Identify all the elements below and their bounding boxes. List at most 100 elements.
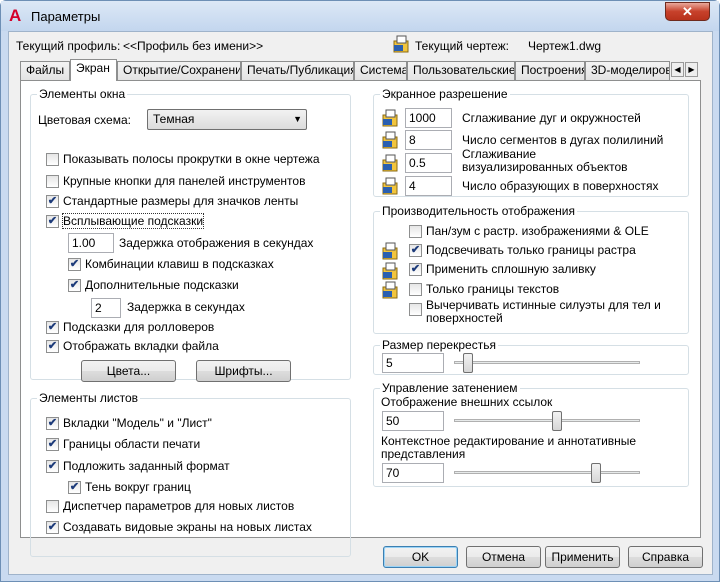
scrollbars-label: Показывать полосы прокрутки в окне черте… <box>63 152 320 166</box>
polyline-segments-label: Число сегментов в дугах полилиний <box>462 133 664 147</box>
viewports-label: Создавать видовые экраны на новых листах <box>63 520 312 534</box>
apply-button[interactable]: Применить <box>545 546 620 568</box>
close-button[interactable]: ✕ <box>665 2 710 21</box>
drawing-setting-icon <box>382 281 398 299</box>
crosshair-size-input[interactable]: 5 <box>382 353 444 373</box>
tooltips-label: Всплывающие подсказки <box>61 213 205 229</box>
viewports-checkbox[interactable]: ✔ <box>46 521 59 534</box>
tab-display[interactable]: Экран <box>70 59 117 81</box>
paper-background-checkbox[interactable]: ✔ <box>46 460 59 473</box>
arc-smoothness-label: Сглаживание дуг и окружностей <box>462 111 641 125</box>
group-title: Элементы окна <box>37 87 128 101</box>
paper-shadow-label: Тень вокруг границ <box>85 480 191 494</box>
tooltip-delay-label: Задержка отображения в секундах <box>119 236 314 250</box>
color-scheme-value: Темная <box>153 112 195 126</box>
text-frame-label: Только границы текстов <box>426 282 560 296</box>
xref-fade-slider-thumb[interactable] <box>551 411 562 431</box>
true-silhouettes-checkbox[interactable] <box>409 303 422 316</box>
display-tab-panel: Элементы окна Цветовая схема: Темная ▼ П… <box>20 80 701 557</box>
pan-zoom-raster-label: Пан/зум с растр. изображениями & OLE <box>426 224 649 238</box>
inplace-edit-fade-label: Контекстное редактирование и аннотативны… <box>381 434 637 461</box>
crosshair-slider-thumb[interactable] <box>462 353 473 373</box>
ribbon-icons-checkbox[interactable]: ✔ <box>46 195 59 208</box>
help-button[interactable]: Справка <box>628 546 703 568</box>
display-resolution-group: Экранное разрешение 1000 Сглаживание дуг… <box>373 87 689 197</box>
profile-label: Текущий профиль: <box>16 39 121 53</box>
drawing-setting-icon <box>382 154 398 172</box>
fade-control-group: Управление затенением Отображение внешни… <box>373 381 689 487</box>
group-title: Производительность отображения <box>380 204 578 218</box>
model-layout-tabs-checkbox[interactable]: ✔ <box>46 417 59 430</box>
tab-user-preferences[interactable]: Пользовательские <box>407 61 515 80</box>
xref-fade-slider-track[interactable] <box>454 419 640 422</box>
rendered-smoothness-input[interactable]: 0.5 <box>405 153 452 173</box>
fonts-button[interactable]: Шрифты... <box>196 360 291 382</box>
ok-button[interactable]: OK <box>383 546 458 568</box>
drawing-icon <box>393 35 409 53</box>
ribbon-icons-label: Стандартные размеры для значков ленты <box>63 194 299 208</box>
polyline-segments-input[interactable]: 8 <box>405 130 452 150</box>
surface-contour-label: Число образующих в поверхностях <box>462 179 659 193</box>
tab-3d-modeling[interactable]: 3D-моделирова <box>585 61 670 80</box>
drawing-setting-icon <box>382 242 398 260</box>
extended-tooltips-label: Дополнительные подсказки <box>85 278 239 292</box>
autocad-logo-icon: A <box>9 6 22 25</box>
raster-frame-label: Подсвечивать только границы растра <box>426 243 636 257</box>
text-frame-checkbox[interactable] <box>409 283 422 296</box>
arc-smoothness-input[interactable]: 1000 <box>405 108 452 128</box>
page-setup-checkbox[interactable] <box>46 500 59 513</box>
profile-value: <<Профиль без имени>> <box>123 39 264 53</box>
group-title: Элементы листов <box>37 391 141 405</box>
crosshair-slider-track[interactable] <box>454 361 640 364</box>
rendered-smoothness-label: Сглаживание визуализированных объектов <box>462 147 628 174</box>
scrollbars-checkbox[interactable] <box>46 153 59 166</box>
inplace-edit-fade-slider-track[interactable] <box>454 471 640 474</box>
raster-frame-checkbox[interactable]: ✔ <box>409 244 422 257</box>
extended-delay-input[interactable]: 2 <box>91 298 121 318</box>
large-buttons-label: Крупные кнопки для панелей инструментов <box>63 174 306 188</box>
page-setup-label: Диспетчер параметров для новых листов <box>63 499 295 513</box>
extended-tooltips-checkbox[interactable]: ✔ <box>68 279 81 292</box>
xref-fade-input[interactable]: 50 <box>382 411 444 431</box>
tab-open-save[interactable]: Открытие/Сохранение <box>117 61 241 80</box>
large-buttons-checkbox[interactable] <box>46 175 59 188</box>
color-scheme-select[interactable]: Темная ▼ <box>147 109 307 130</box>
colors-button[interactable]: Цвета... <box>81 360 176 382</box>
chevron-down-icon: ▼ <box>293 114 302 124</box>
model-layout-tabs-label: Вкладки "Модель" и "Лист" <box>63 416 212 430</box>
tab-scroll-right-icon[interactable]: ▶ <box>685 62 698 77</box>
solid-fill-checkbox[interactable]: ✔ <box>409 263 422 276</box>
shortcut-keys-label: Комбинации клавиш в подсказках <box>85 257 274 271</box>
tab-drafting[interactable]: Построения <box>515 61 585 80</box>
window-title: Параметры <box>31 9 101 24</box>
rollover-tooltips-label: Подсказки для ролловеров <box>63 320 215 334</box>
display-performance-group: Производительность отображения Пан/зум с… <box>373 204 689 334</box>
shortcut-keys-checkbox[interactable]: ✔ <box>68 258 81 271</box>
print-area-checkbox[interactable]: ✔ <box>46 438 59 451</box>
cancel-button[interactable]: Отмена <box>466 546 541 568</box>
pan-zoom-raster-checkbox[interactable] <box>409 225 422 238</box>
paper-shadow-checkbox[interactable]: ✔ <box>68 481 81 494</box>
surface-contour-input[interactable]: 4 <box>405 176 452 196</box>
extended-delay-label: Задержка в секундах <box>127 300 245 314</box>
tab-scroll-left-icon[interactable]: ◀ <box>671 62 684 77</box>
layout-elements-group: Элементы листов ✔ Вкладки "Модель" и "Ли… <box>30 391 351 557</box>
window-elements-group: Элементы окна Цветовая схема: Темная ▼ П… <box>30 87 351 382</box>
tooltips-checkbox[interactable]: ✔ <box>46 215 59 228</box>
group-title: Управление затенением <box>380 381 520 395</box>
tab-files[interactable]: Файлы <box>20 61 70 80</box>
tab-plot-publish[interactable]: Печать/Публикация <box>241 61 354 80</box>
file-tabs-label: Отображать вкладки файла <box>63 339 219 353</box>
inplace-edit-fade-input[interactable]: 70 <box>382 463 444 483</box>
inplace-edit-fade-slider-thumb[interactable] <box>590 463 601 483</box>
drawing-setting-icon <box>382 109 398 127</box>
dialog-body: Текущий профиль: <<Профиль без имени>> Т… <box>8 31 713 575</box>
paper-background-label: Подложить заданный формат <box>63 459 230 473</box>
tooltip-delay-input[interactable]: 1.00 <box>68 233 114 253</box>
tab-system[interactable]: Система <box>354 61 407 80</box>
group-title: Экранное разрешение <box>380 87 510 101</box>
rollover-tooltips-checkbox[interactable]: ✔ <box>46 321 59 334</box>
xref-fade-label: Отображение внешних ссылок <box>381 395 553 409</box>
file-tabs-checkbox[interactable]: ✔ <box>46 340 59 353</box>
drawing-setting-icon <box>382 131 398 149</box>
